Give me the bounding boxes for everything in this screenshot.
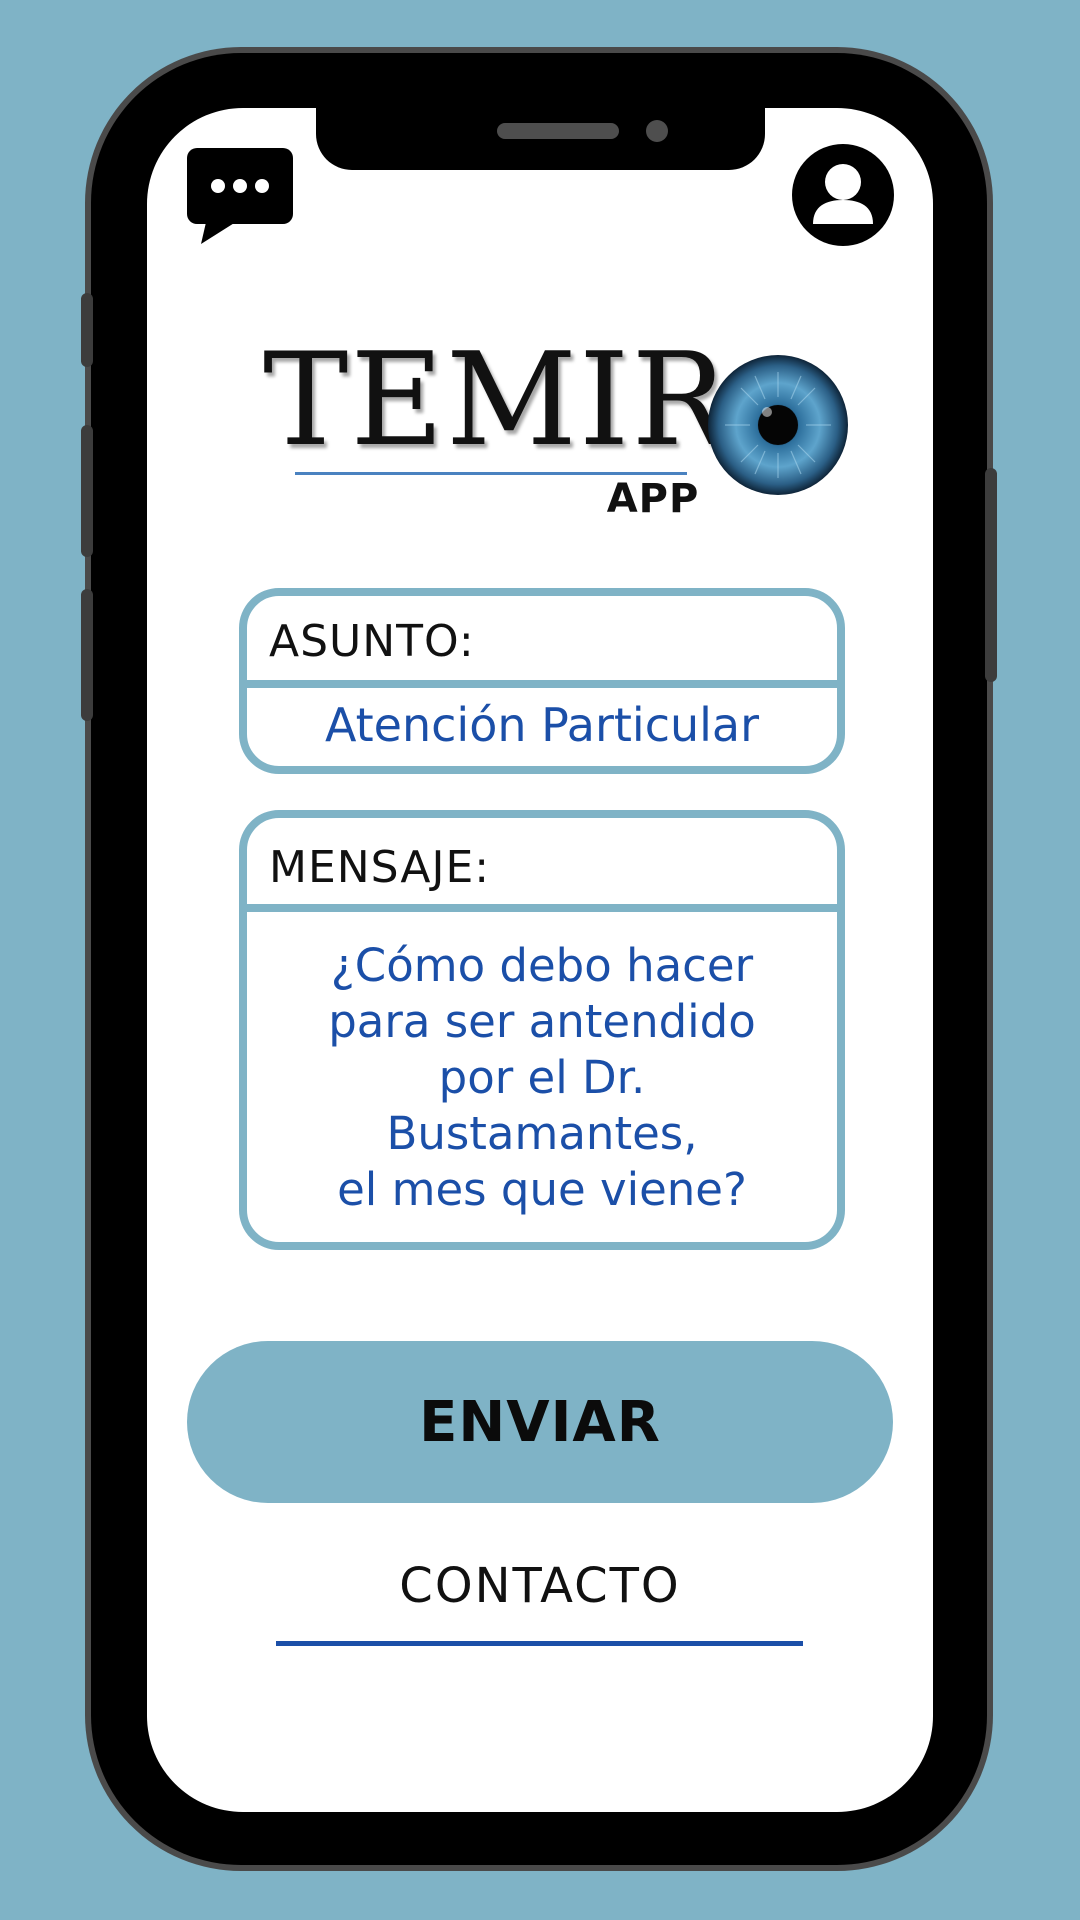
field-divider xyxy=(247,904,837,912)
eye-icon xyxy=(705,352,851,498)
app-screen: TEMIR APP ASUNTO: Atención Particular ME… xyxy=(147,108,933,1812)
message-field[interactable]: MENSAJE: ¿Cómo debo hacer para ser anten… xyxy=(239,810,845,1250)
phone-notch xyxy=(316,108,765,170)
subject-label: ASUNTO: xyxy=(269,616,475,667)
contact-link[interactable]: CONTACTO xyxy=(277,1558,803,1614)
field-divider xyxy=(247,680,837,688)
phone-side-button xyxy=(81,293,93,367)
phone-side-button xyxy=(81,425,93,557)
temiro-logo: TEMIR APP xyxy=(263,326,853,526)
message-value[interactable]: ¿Cómo debo hacer para ser antendido por … xyxy=(257,938,827,1218)
contact-underline xyxy=(276,1641,803,1646)
logo-wordmark: TEMIR xyxy=(263,326,730,475)
logo-app-label: APP xyxy=(606,476,700,522)
logo-underline xyxy=(295,472,687,475)
speaker-grille xyxy=(497,123,619,139)
send-button[interactable]: ENVIAR xyxy=(187,1341,893,1503)
subject-field[interactable]: ASUNTO: Atención Particular xyxy=(239,588,845,774)
phone-side-button xyxy=(985,468,997,682)
subject-value[interactable]: Atención Particular xyxy=(247,698,837,752)
user-profile-icon[interactable] xyxy=(792,144,894,246)
chat-bubble-icon[interactable] xyxy=(187,148,293,244)
phone-side-button xyxy=(81,589,93,721)
message-label: MENSAJE: xyxy=(269,842,491,893)
front-camera xyxy=(646,120,668,142)
